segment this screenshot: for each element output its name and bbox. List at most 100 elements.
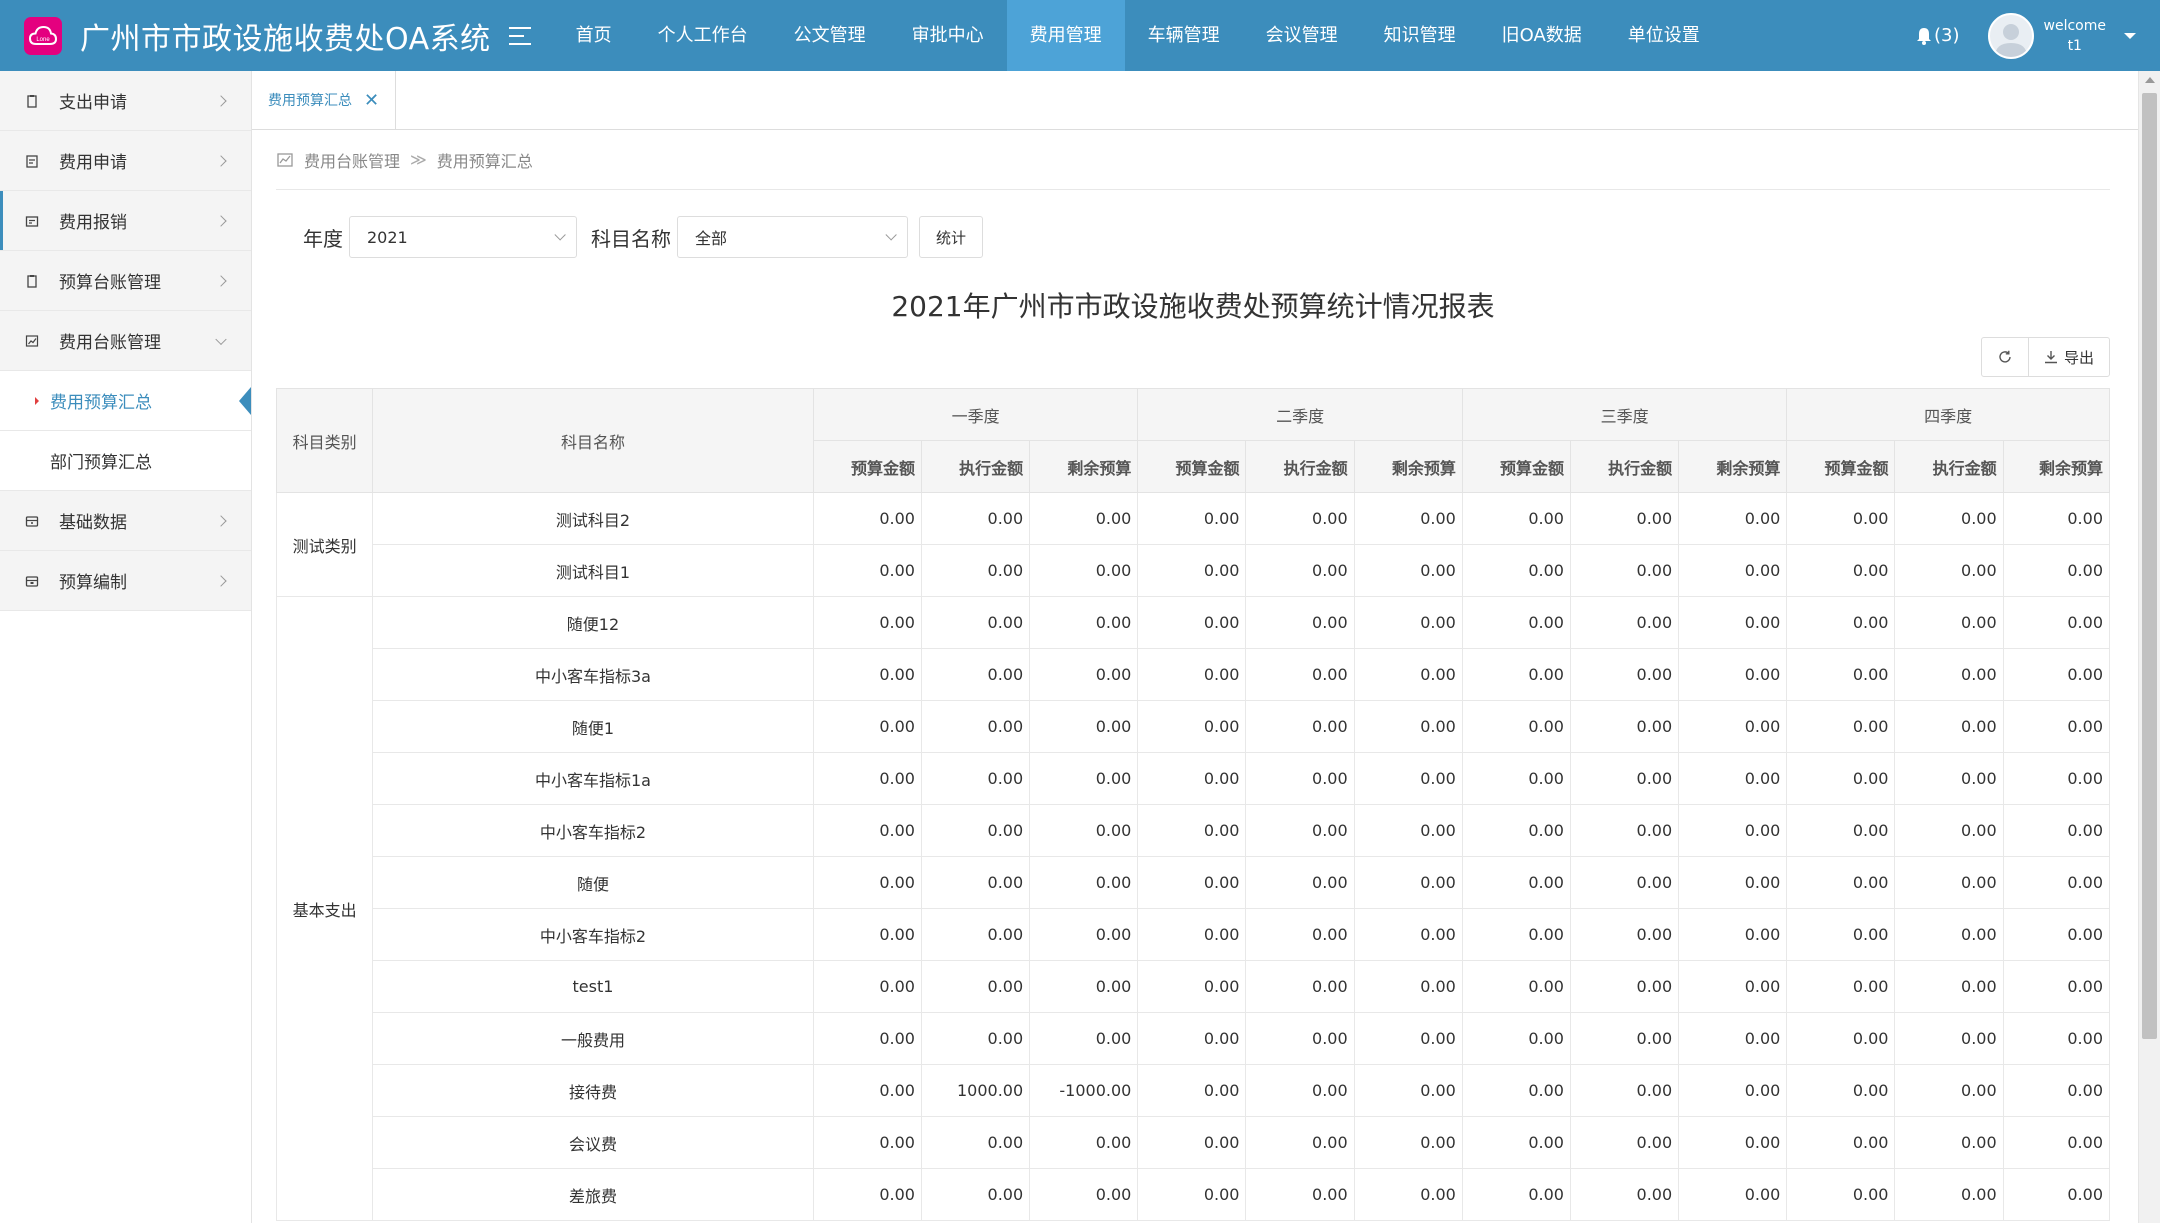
nav-item-4[interactable]: 费用管理 — [1006, 0, 1125, 71]
nav-item-2[interactable]: 公文管理 — [771, 0, 889, 71]
sidebar-item-5[interactable]: 基础数据 — [0, 491, 251, 551]
value-cell: 0.00 — [920, 960, 1031, 1013]
header-quarter: 一季度 — [812, 388, 1139, 441]
breadcrumb-current: 费用预算汇总 — [436, 151, 533, 171]
value-cell: 0.00 — [1678, 700, 1788, 753]
value-cell: 0.00 — [1461, 648, 1571, 701]
header-quarter: 四季度 — [1786, 388, 2110, 441]
value-cell: 0.00 — [1245, 492, 1355, 545]
header-sub: 执行金额 — [1894, 440, 2004, 493]
sidebar-item-1[interactable]: 费用申请 — [0, 131, 251, 191]
sidebar-item-3[interactable]: 预算台账管理 — [0, 251, 251, 311]
value-cell: 0.00 — [812, 596, 922, 649]
tab-fee-budget-summary[interactable]: 费用预算汇总 ✕ — [252, 71, 397, 129]
value-cell: 0.00 — [920, 1116, 1031, 1169]
value-cell: 0.00 — [1569, 856, 1680, 909]
value-cell: 0.00 — [1894, 1168, 2004, 1221]
sidebar-subitem-1[interactable]: 部门预算汇总 — [0, 431, 251, 491]
sidebar-item-2[interactable]: 费用报销 — [0, 191, 251, 251]
notification-count: (3) — [1934, 25, 1960, 46]
close-icon[interactable]: ✕ — [364, 90, 379, 111]
value-cell: 0.00 — [1786, 1116, 1896, 1169]
value-cell: 0.00 — [1353, 700, 1463, 753]
clipboard-icon — [25, 274, 39, 288]
breadcrumb-parent[interactable]: 费用台账管理 — [304, 148, 400, 172]
value-cell: 0.00 — [1569, 1116, 1680, 1169]
header-category: 科目类别 — [275, 388, 374, 493]
value-cell: 0.00 — [1569, 544, 1680, 597]
scroll-thumb[interactable] — [2142, 93, 2157, 1039]
nav-item-1[interactable]: 个人工作台 — [635, 0, 771, 71]
export-button[interactable]: 导出 — [2029, 338, 2109, 376]
scroll-up-arrow-icon[interactable] — [2145, 77, 2155, 83]
header-sub: 预算金额 — [1137, 440, 1247, 493]
value-cell: 0.00 — [1353, 1116, 1463, 1169]
sidebar-item-4[interactable]: 费用台账管理 — [0, 311, 251, 371]
nav-item-7[interactable]: 知识管理 — [1361, 0, 1479, 71]
table-row: test1 0.00 0.00 0.00 0.00 0.00 0.00 0.00 0.00 0.0… — [277, 960, 2111, 1013]
value-cell: 0.00 — [1245, 1116, 1355, 1169]
value-cell: 0.00 — [1678, 752, 1788, 805]
value-cell: 0.00 — [1569, 804, 1680, 857]
subject-select[interactable]: 全部 — [677, 216, 908, 258]
value-cell: 0.00 — [2002, 544, 2111, 597]
value-cell: 0.00 — [812, 804, 922, 857]
refresh-button[interactable] — [1982, 338, 2029, 376]
form-icon — [25, 154, 39, 168]
value-cell: 0.00 — [1353, 492, 1463, 545]
nav-item-3[interactable]: 审批中心 — [889, 0, 1007, 71]
sidebar-subitem-0[interactable]: 费用预算汇总 — [0, 371, 251, 431]
table-row: 中小客车指标3a 0.00 0.00 0.00 0.00 0.00 0.00 0.00 0.00… — [277, 648, 2111, 701]
table-header-row: 科目类别 科目名称 一季度 二季度 三季度 四季度 — [275, 388, 2110, 493]
value-cell: 0.00 — [1137, 908, 1247, 961]
subject-cell: 会议费 — [372, 1116, 814, 1169]
value-cell: 0.00 — [1461, 1168, 1571, 1221]
value-cell: 0.00 — [1678, 804, 1788, 857]
value-cell: 0.00 — [1894, 804, 2004, 857]
chevron-right-icon — [215, 514, 227, 527]
value-cell: 0.00 — [1569, 1064, 1680, 1117]
value-cell: 0.00 — [812, 492, 922, 545]
value-cell: 0.00 — [1137, 1116, 1247, 1169]
avatar[interactable] — [1987, 12, 2034, 59]
table-row: 差旅费 0.00 0.00 0.00 0.00 0.00 0.00 0.00 0.00 0.00 0… — [277, 1168, 2111, 1221]
app-title: 广州市市政设施收费处OA系统 — [80, 21, 491, 57]
nav-item-0[interactable]: 首页 — [553, 0, 635, 71]
sidebar-item-label: 支出申请 — [59, 93, 127, 113]
value-cell: 0.00 — [2002, 1012, 2111, 1065]
subject-cell: 测试科目1 — [372, 544, 814, 597]
value-cell: 0.00 — [812, 544, 922, 597]
sidebar-item-0[interactable]: 支出申请 — [0, 71, 251, 131]
chevron-down-icon — [554, 229, 566, 241]
value-cell: 0.00 — [1353, 908, 1463, 961]
nav-item-6[interactable]: 会议管理 — [1243, 0, 1361, 71]
ledger-icon — [25, 334, 39, 348]
value-cell: 0.00 — [1245, 700, 1355, 753]
value-cell: 0.00 — [1678, 1168, 1788, 1221]
table-row: 测试类别 测试科目2 0.00 0.00 0.00 0.00 0.00 0.00 0.00 0.0… — [275, 492, 2111, 597]
cloud-logo-icon: Lone — [29, 25, 57, 45]
value-cell: 0.00 — [1029, 908, 1139, 961]
subject-cell: 中小客车指标1a — [372, 752, 814, 805]
notifications[interactable]: (3) — [1914, 25, 1960, 46]
user-info[interactable]: welcome t1 — [2044, 16, 2106, 56]
user-name: t1 — [2067, 37, 2082, 54]
scrollbar[interactable] — [2138, 71, 2160, 1223]
report-title: 2021年广州市市政设施收费处预算统计情况报表 — [891, 290, 1495, 323]
table-row: 测试科目1 0.00 0.00 0.00 0.00 0.00 0.00 0.00 0.00 0.0… — [277, 544, 2111, 597]
value-cell: 0.00 — [1137, 544, 1247, 597]
app-logo[interactable]: Lone — [24, 16, 62, 55]
refresh-icon — [1999, 350, 2011, 363]
menu-toggle-icon[interactable] — [508, 26, 531, 45]
sidebar-item-6[interactable]: 预算编制 — [0, 551, 251, 611]
chevron-right-icon — [215, 574, 227, 587]
nav-item-5[interactable]: 车辆管理 — [1125, 0, 1243, 71]
value-cell: 0.00 — [920, 1168, 1031, 1221]
nav-item-8[interactable]: 旧OA数据 — [1479, 0, 1605, 71]
user-menu-caret-icon[interactable] — [2124, 32, 2136, 39]
year-select[interactable]: 2021 — [349, 216, 577, 258]
year-label: 年度 — [303, 226, 343, 251]
nav-item-9[interactable]: 单位设置 — [1605, 0, 1723, 71]
sidebar-item-label: 费用报销 — [59, 213, 127, 233]
stat-button[interactable]: 统计 — [919, 216, 984, 258]
